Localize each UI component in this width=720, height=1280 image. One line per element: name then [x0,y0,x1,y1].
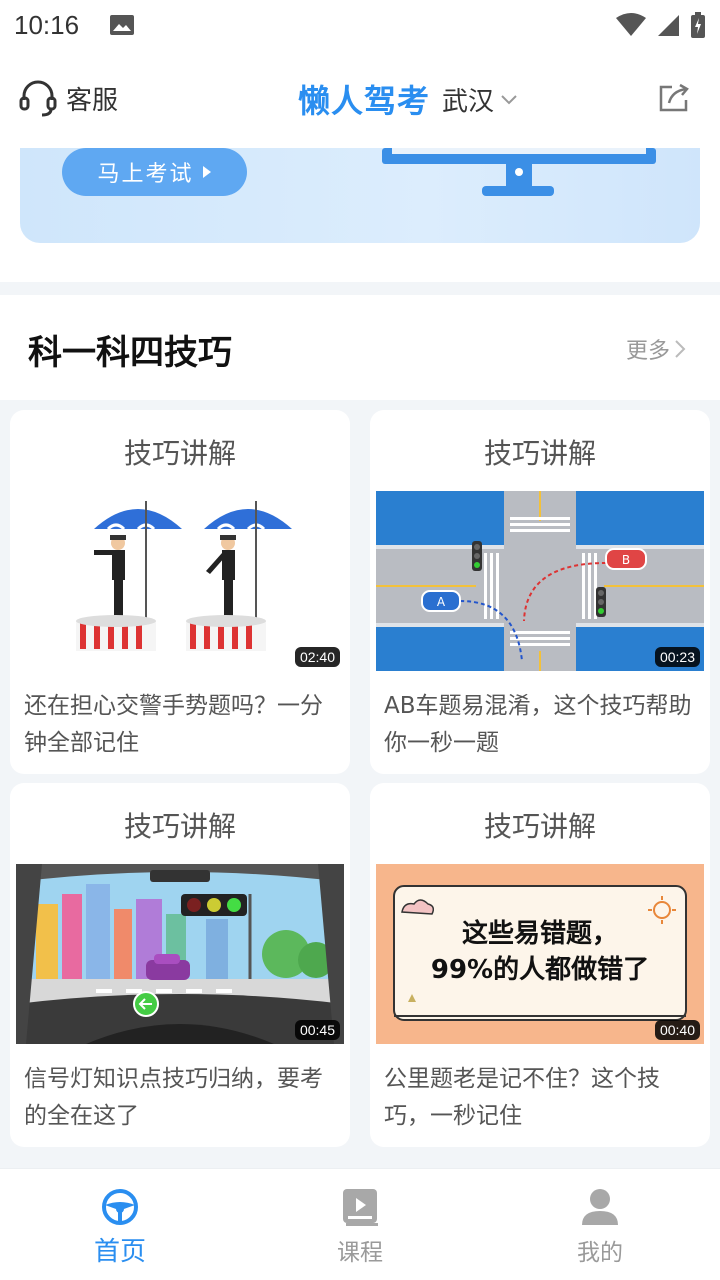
nav-label-profile: 我的 [577,1240,623,1266]
intersection-image: A B [376,491,704,671]
card-title: 技巧讲解 [483,810,596,843]
card-title: 技巧讲解 [123,437,236,470]
video-card[interactable]: 技巧讲解 00:45 信号灯知识点技巧归纳，要考的全在这了 [10,783,350,1147]
customer-service-button[interactable]: 客服 [18,78,118,118]
car-a-label: A [437,595,446,609]
section-title: 科一科四技巧 [28,333,232,373]
card-description: AB车题易混淆，这个技巧帮助你一秒一题 [384,693,692,756]
headset-icon [19,80,57,117]
course-video-icon [343,1189,378,1226]
customer-service-label: 客服 [66,85,119,116]
status-bar: 10:16 [0,0,720,50]
battery-icon [691,12,705,38]
chevron-right-icon [675,340,686,358]
status-time: 10:16 [14,9,80,40]
traffic-light-thumbnail[interactable]: 00:45 [16,864,344,1044]
video-card[interactable]: 技巧讲解 02:40 还在担心交警手势题吗？一分钟全部记住 [10,410,350,774]
chevron-down-icon[interactable] [500,93,518,105]
play-triangle-icon [202,166,211,178]
video-card[interactable]: 技巧讲解 这些易错题， 99%的人都做错了 00:40 公里题老是记不住？这个技… [370,783,710,1147]
board-text-line-2: 99%的人都做错了 [430,955,650,985]
easy-mistakes-thumbnail[interactable]: 这些易错题， 99%的人都做错了 00:40 [376,864,704,1044]
windshield-view-image [16,864,344,1044]
share-icon[interactable] [658,83,690,113]
nav-tab-home[interactable]: 首页 [0,1169,240,1280]
start-exam-button[interactable]: 马上考试 [62,148,247,196]
app-header: 客服 懒人驾考 武汉 [0,50,720,148]
nav-label-home: 首页 [93,1237,146,1267]
profile-icon [582,1189,618,1225]
image-notification-icon [110,15,135,35]
computer-monitor-illustration [382,148,656,196]
card-description: 信号灯知识点技巧归纳，要考的全在这了 [24,1066,323,1129]
video-duration: 00:40 [654,1020,700,1040]
header-title: 懒人驾考 武汉 [298,76,518,122]
more-link[interactable]: 更多 [626,333,686,365]
bottom-navigation: 首页 课程 我的 [0,1168,720,1280]
traffic-police-image [16,491,344,671]
app-brand-title: 懒人驾考 [298,82,431,120]
video-duration: 00:23 [654,647,700,667]
start-exam-label: 马上考试 [97,162,194,187]
tips-section-header: 科一科四技巧 更多 [0,295,720,400]
board-text: 这些易错题， 99%的人都做错了 [376,916,704,988]
card-description: 还在担心交警手势题吗？一分钟全部记住 [24,693,323,756]
card-description: 公里题老是记不住？这个技巧，一秒记住 [384,1066,660,1129]
exam-banner[interactable]: 马上考试 [20,148,700,243]
wifi-icon [616,13,646,36]
nav-label-course: 课程 [337,1240,383,1266]
video-duration: 02:40 [294,647,340,667]
more-label: 更多 [626,339,671,364]
traffic-police-thumbnail[interactable]: 02:40 [16,491,344,671]
ab-car-thumbnail[interactable]: A B 00:23 [376,491,704,671]
nav-tab-course[interactable]: 课程 [240,1169,480,1280]
nav-tab-profile[interactable]: 我的 [480,1169,720,1280]
car-b-label: B [622,553,630,567]
video-duration: 00:45 [294,1020,340,1040]
banner-area: 马上考试 [0,148,720,282]
steering-wheel-icon [102,1189,138,1225]
board-text-line-1: 这些易错题， [461,919,618,949]
video-card[interactable]: 技巧讲解 A B 00:23 AB车题易混淆，这个技巧帮助你一秒一题 [370,410,710,774]
signal-icon [658,15,679,36]
city-selector[interactable]: 武汉 [442,81,494,118]
card-title: 技巧讲解 [123,810,236,843]
card-title: 技巧讲解 [483,437,596,470]
